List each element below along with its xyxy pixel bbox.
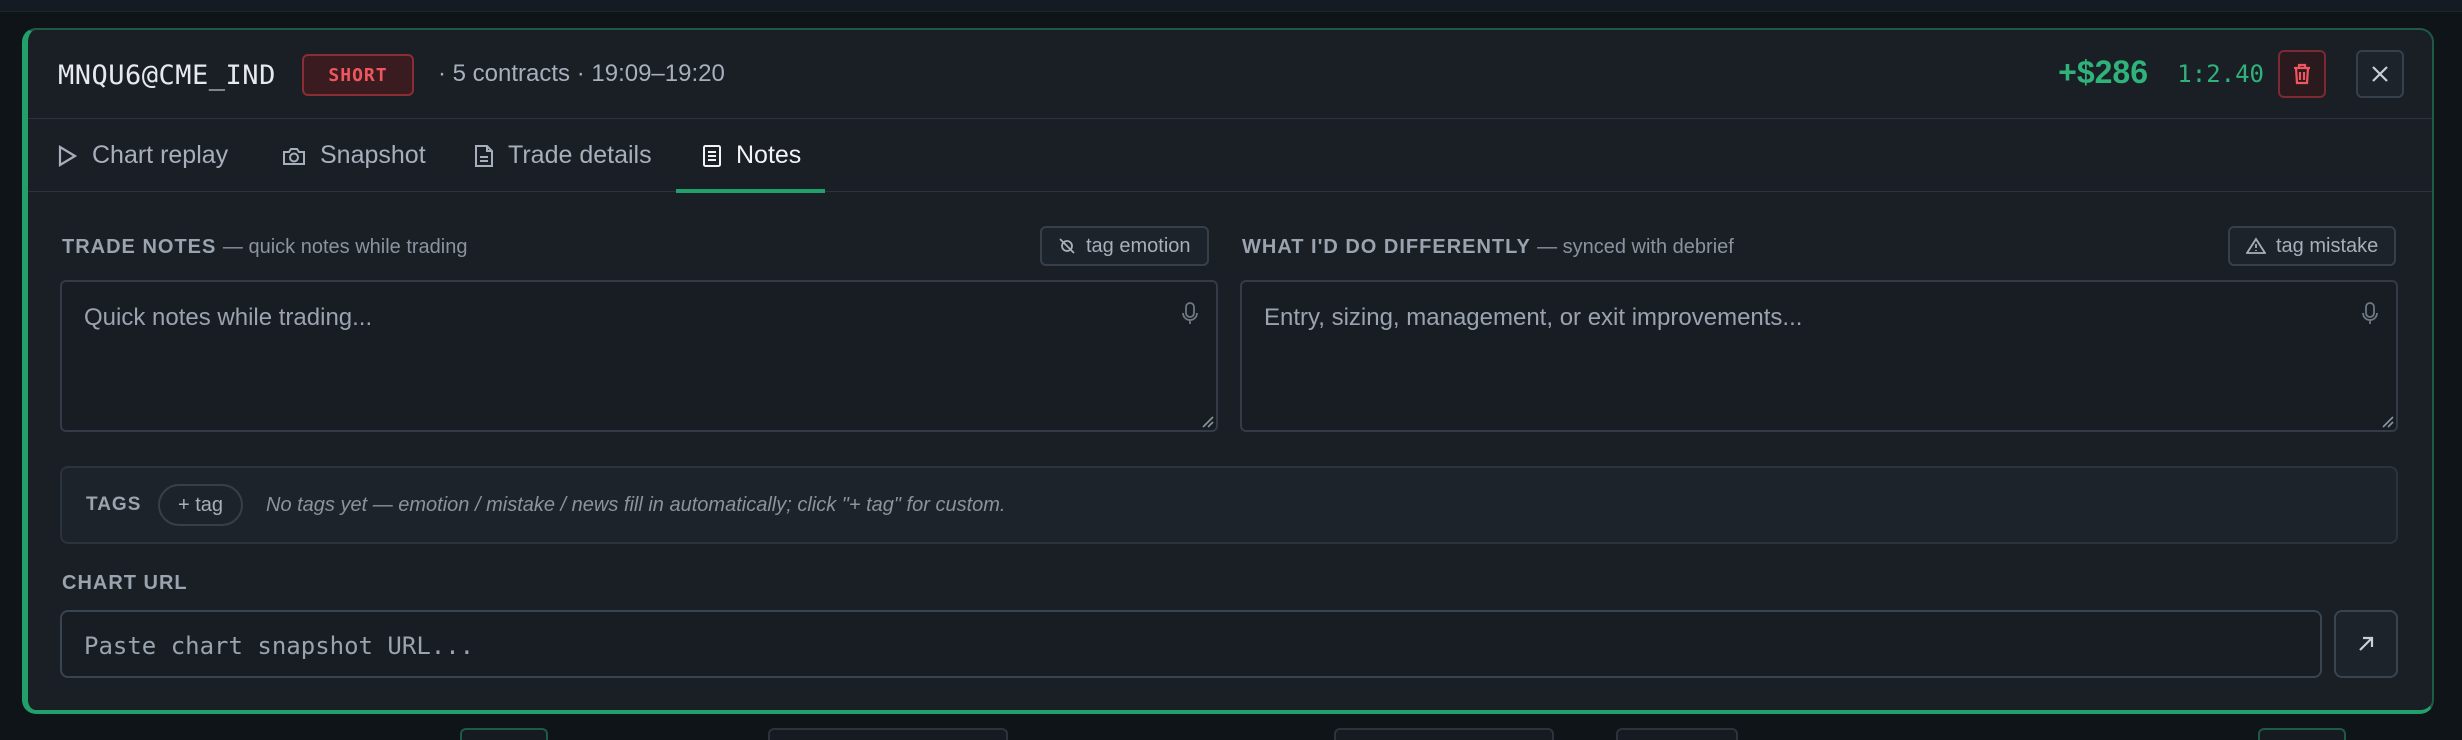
tab-trade-details[interactable]: Trade details — [474, 119, 652, 192]
background-element — [1616, 728, 1738, 740]
trash-icon — [2294, 63, 2310, 85]
tab-label: Chart replay — [92, 141, 229, 169]
section-subtitle: — quick notes while trading — [222, 236, 468, 258]
open-chart-url-button[interactable] — [2334, 610, 2398, 678]
add-tag-button[interactable]: + tag — [158, 484, 244, 526]
close-panel-button[interactable] — [2356, 50, 2404, 98]
do-differently-label: WHAT I'D DO DIFFERENTLY — synced with de… — [1242, 236, 1734, 259]
tags-label: TAGS — [86, 494, 142, 515]
tag-mistake-button[interactable]: tag mistake — [2228, 226, 2397, 266]
emotion-tag-icon — [1059, 238, 1075, 254]
tags-box: TAGS + tag No tags yet — emotion / mista… — [60, 466, 2398, 544]
trade-notes-placeholder: Quick notes while trading... — [84, 304, 373, 331]
microphone-icon[interactable] — [1182, 302, 1198, 326]
background-element — [2258, 728, 2346, 740]
trade-pnl: +$286 — [2058, 54, 2148, 90]
play-icon — [58, 144, 78, 167]
trade-notes-label: TRADE NOTES — quick notes while trading — [62, 236, 467, 259]
camera-icon — [283, 147, 305, 165]
microphone-icon[interactable] — [2362, 302, 2378, 326]
section-title: WHAT I'D DO DIFFERENTLY — [1242, 236, 1531, 258]
trade-symbol: MNQU6@CME_IND — [58, 60, 276, 91]
chart-url-input[interactable]: Paste chart snapshot URL... — [60, 610, 2322, 678]
section-title: TRADE NOTES — [62, 236, 217, 258]
section-subtitle: — synced with debrief — [1537, 236, 1734, 258]
do-differently-textarea[interactable]: Entry, sizing, management, or exit impro… — [1240, 280, 2398, 432]
chart-url-label: CHART URL — [62, 572, 188, 594]
delete-trade-button[interactable] — [2278, 50, 2326, 98]
tab-chart-replay[interactable]: Chart replay — [56, 119, 228, 192]
tab-notes[interactable]: Notes — [675, 119, 826, 193]
background-element — [460, 728, 548, 740]
background-element — [768, 728, 1008, 740]
warning-icon — [2246, 237, 2266, 254]
chart-url-placeholder: Paste chart snapshot URL... — [84, 632, 475, 660]
notes-icon — [703, 144, 721, 167]
tags-hint: No tags yet — emotion / mistake / news f… — [266, 494, 1006, 516]
background-element — [1334, 728, 1554, 740]
tag-emotion-button[interactable]: tag emotion — [1040, 226, 1209, 266]
resize-grip-icon[interactable] — [1200, 414, 1214, 428]
tab-snapshot[interactable]: Snapshot — [282, 119, 426, 192]
tab-label: Notes — [736, 141, 802, 169]
do-differently-placeholder: Entry, sizing, management, or exit impro… — [1264, 304, 1803, 331]
arrow-up-right-icon — [2359, 636, 2374, 651]
close-icon — [2372, 66, 2388, 82]
tag-emotion-label: tag emotion — [1086, 234, 1191, 257]
panel-header: MNQU6@CME_IND SHORT · 5 contracts · 19:0… — [28, 30, 2432, 119]
trade-notes-textarea[interactable]: Quick notes while trading... — [60, 280, 1218, 432]
tab-label: Trade details — [508, 141, 652, 169]
trade-meta: · 5 contracts · 19:09–19:20 — [438, 60, 725, 87]
risk-reward-ratio: 1:2.40 — [2177, 60, 2264, 88]
resize-grip-icon[interactable] — [2380, 414, 2394, 428]
side-badge: SHORT — [302, 54, 414, 96]
tab-bar: Chart replay Snapshot Trade details Note… — [28, 119, 2432, 193]
document-icon — [475, 144, 493, 167]
tag-mistake-label: tag mistake — [2276, 234, 2379, 257]
trade-detail-panel: MNQU6@CME_IND SHORT · 5 contracts · 19:0… — [22, 28, 2434, 714]
background-app-strip — [0, 0, 2462, 12]
tab-label: Snapshot — [320, 141, 426, 169]
